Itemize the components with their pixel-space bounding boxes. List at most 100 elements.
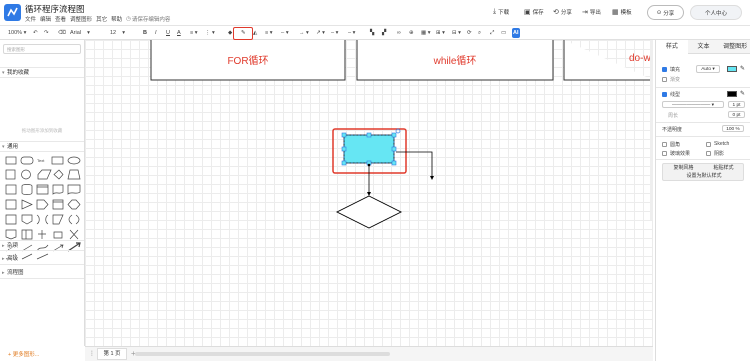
sketch-checkbox[interactable]	[706, 141, 711, 147]
undo-icon[interactable]: ↶	[33, 28, 38, 38]
shape-hexagon[interactable]	[67, 199, 81, 210]
font-size-select[interactable]: 12 ▾	[110, 28, 125, 38]
download-button[interactable]: ⤓ 下载	[493, 8, 509, 16]
shape-card[interactable]	[5, 199, 17, 210]
zoom-select[interactable]: 100% ▾	[8, 28, 26, 38]
option-sketch[interactable]: Sketch	[706, 141, 729, 147]
shape-document[interactable]	[52, 184, 64, 195]
glass-checkbox[interactable]	[662, 151, 667, 156]
line-color-swatch[interactable]	[727, 91, 737, 97]
bold-button[interactable]: B	[143, 28, 147, 38]
diagram-canvas[interactable]: FOR循环 while循环 do-w	[85, 40, 653, 346]
line-width-select[interactable]: ≡ ▾	[265, 28, 273, 38]
fill-checkbox[interactable]	[662, 67, 667, 72]
export-button[interactable]: ⇥ 导出	[582, 8, 601, 16]
menu-edit[interactable]: 编辑	[40, 15, 51, 23]
font-family-select[interactable]: Arial ▾	[70, 28, 90, 38]
template-button[interactable]: ▦ 模板	[612, 8, 632, 16]
selected-process-shape[interactable]	[343, 134, 395, 164]
shape-internal-storage[interactable]	[36, 184, 49, 195]
shape-textbox[interactable]	[51, 156, 64, 165]
redo-icon[interactable]: ↷	[44, 28, 49, 38]
gradient-checkbox[interactable]	[662, 77, 667, 82]
shape-list[interactable]	[21, 229, 33, 240]
shape-container[interactable]	[52, 199, 64, 210]
anchor-icon[interactable]: ⊕	[409, 28, 414, 38]
resize-handle-w[interactable]	[341, 146, 347, 152]
shape-note[interactable]	[5, 229, 17, 240]
option-shadow[interactable]: 阴影	[706, 150, 724, 157]
shape-cross[interactable]	[38, 230, 46, 239]
resize-handle-e[interactable]	[391, 146, 397, 152]
menu-arrange[interactable]: 调整图形	[70, 15, 92, 23]
app-logo-icon[interactable]	[4, 4, 21, 21]
eyedropper-icon[interactable]: ✎	[740, 65, 745, 72]
format-painter-icon[interactable]: ⌫	[58, 28, 66, 38]
rounded-checkbox[interactable]	[662, 142, 667, 147]
align-select[interactable]: ≡ ▾	[190, 28, 198, 38]
perimeter-input[interactable]: 0 pt	[728, 111, 745, 118]
shape-square[interactable]	[5, 169, 16, 180]
line-style-select[interactable]: ———————— ▾	[662, 101, 724, 108]
shape-tape[interactable]	[67, 184, 81, 195]
section-flowchart[interactable]: 流程图	[0, 268, 84, 279]
section-misc[interactable]: 杂项	[0, 240, 84, 252]
resize-handle-ne[interactable]	[391, 132, 397, 138]
user-center-button[interactable]: 个人中心	[690, 5, 742, 20]
shape-cylinder[interactable]	[21, 184, 33, 195]
shadow-icon[interactable]: ◭	[253, 28, 257, 38]
fullscreen-icon[interactable]: ⤢	[490, 28, 494, 38]
shape-circle[interactable]	[21, 169, 31, 180]
tab-text[interactable]: 文本	[687, 40, 720, 54]
shape-x[interactable]	[69, 229, 79, 240]
shape-triangle[interactable]	[21, 199, 33, 210]
menu-help[interactable]: 帮助	[111, 15, 122, 23]
more-icon[interactable]: ⊟ ▾	[452, 28, 461, 38]
horizontal-scrollbar[interactable]	[135, 352, 390, 356]
decision-diamond[interactable]	[335, 195, 403, 229]
line-checkbox[interactable]	[662, 92, 667, 97]
tab-arrange[interactable]: 调整图形	[719, 40, 750, 54]
option-rounded[interactable]: 圆角	[662, 141, 680, 148]
shape-step[interactable]	[36, 199, 49, 210]
fill-color-swatch[interactable]	[727, 66, 737, 72]
line-start-select[interactable]: – ▾	[331, 28, 338, 38]
shape-frame[interactable]	[5, 214, 17, 225]
page-tab-1[interactable]: 第 1 页	[97, 348, 127, 360]
copy-style-button[interactable]: 复制风格	[665, 164, 702, 172]
set-default-style-button[interactable]: 设置为默认样式	[665, 172, 743, 180]
shape-trapezoid[interactable]	[67, 169, 81, 180]
underline-button[interactable]: U	[166, 28, 170, 38]
shape-diamond[interactable]	[53, 169, 64, 180]
document-title[interactable]: 循环程序流程图	[25, 3, 85, 15]
shape-icon[interactable]: ⊞ ▾	[436, 28, 445, 38]
line-style-select[interactable]: ┄ ▾	[281, 28, 289, 38]
shape-manual-input[interactable]	[52, 214, 64, 225]
fill-bucket-icon[interactable]: ◆	[228, 28, 232, 38]
to-back-icon[interactable]: ▞	[382, 28, 386, 38]
shape-table[interactable]	[53, 231, 63, 239]
resize-handle-nw[interactable]	[341, 132, 347, 138]
share-button[interactable]: ⟲ 分享	[553, 8, 572, 16]
font-color-button[interactable]: A	[177, 28, 181, 38]
shape-parentheses[interactable]	[68, 214, 80, 225]
menu-file[interactable]: 文件	[25, 15, 36, 23]
opacity-input[interactable]: 100 %	[722, 125, 744, 132]
line-width-input[interactable]: 1 pt	[728, 101, 745, 108]
search-icon[interactable]: ⌕	[478, 28, 481, 38]
italic-button[interactable]: I	[155, 28, 157, 38]
shape-search-input[interactable]: 搜索图形	[3, 44, 81, 54]
option-glass[interactable]: 玻璃效果	[662, 150, 690, 157]
link-icon[interactable]: ∞	[397, 28, 401, 38]
resize-handle-n[interactable]	[366, 132, 372, 138]
shape-rounded-rect[interactable]	[20, 156, 34, 165]
shape-parallelogram[interactable]	[37, 169, 52, 180]
line-end-select[interactable]: – ▾	[348, 28, 355, 38]
menu-other[interactable]: 其它	[96, 15, 107, 23]
save-button[interactable]: ▣ 保存	[524, 8, 544, 16]
share-pill-button[interactable]: ⊙ 分享	[647, 5, 684, 20]
more-shapes-link[interactable]: + 更多图形...	[8, 350, 39, 358]
shape-process[interactable]	[5, 184, 17, 195]
shape-ellipse[interactable]	[67, 156, 81, 165]
section-advanced[interactable]: 高级	[0, 254, 84, 265]
